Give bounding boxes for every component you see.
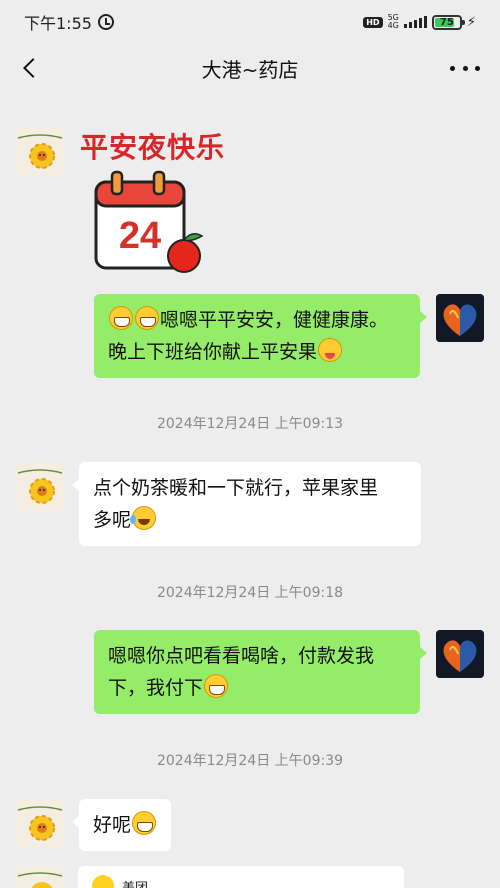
fire-heart-avatar-icon bbox=[436, 630, 484, 678]
wink-emoji-icon bbox=[318, 338, 343, 362]
back-button[interactable] bbox=[16, 54, 44, 82]
more-dot-icon bbox=[450, 65, 455, 71]
calendar-sticker-icon[interactable]: 24 bbox=[92, 170, 204, 274]
contact-avatar[interactable] bbox=[16, 463, 64, 511]
my-avatar[interactable] bbox=[436, 294, 484, 342]
battery-icon: 75 bbox=[431, 14, 465, 30]
message-text: 好呢 bbox=[93, 814, 132, 836]
contact-avatar[interactable] bbox=[16, 128, 64, 176]
message-text: 多呢 bbox=[93, 509, 132, 531]
battery-level: 75 bbox=[439, 16, 454, 28]
flower-avatar-icon bbox=[16, 128, 64, 176]
timestamp: 2024年12月24日 上午09:18 bbox=[156, 585, 344, 601]
grin-emoji-icon bbox=[109, 306, 133, 330]
signal-icon bbox=[403, 16, 427, 28]
alarm-icon bbox=[97, 14, 114, 30]
status-left: 下午1:55 bbox=[24, 10, 114, 34]
charging-icon: ⚡ bbox=[466, 14, 476, 30]
calendar-day: 24 bbox=[119, 215, 161, 257]
chat-title: 大港~药店 bbox=[201, 57, 299, 82]
message-bubble-outgoing[interactable]: 嗯嗯平平安安，健健康康。 晚上下班给你献上平安果 bbox=[94, 294, 427, 378]
card-title: 美团 bbox=[122, 880, 149, 888]
message-text: 下，我付下 bbox=[108, 677, 204, 699]
more-dot-icon bbox=[462, 65, 468, 71]
flower-avatar-icon bbox=[16, 463, 64, 511]
status-right: HD 5G 4G 75 ⚡ bbox=[363, 14, 476, 30]
grin-emoji-icon bbox=[135, 306, 159, 330]
flower-avatar-icon bbox=[16, 866, 64, 888]
status-bar: 下午1:55 HD 5G 4G 75 ⚡ bbox=[0, 0, 500, 44]
more-dot-icon bbox=[475, 65, 480, 71]
nav-bar: 大港~药店 bbox=[0, 44, 500, 92]
message-text: 点个奶茶暖和一下就行，苹果家里 bbox=[93, 477, 379, 499]
meituan-icon bbox=[92, 875, 114, 888]
message-text: 嗯嗯平平安安，健健康康。 bbox=[160, 309, 389, 331]
network-label: 5G 4G bbox=[388, 14, 399, 30]
contact-avatar[interactable] bbox=[16, 800, 64, 848]
status-time: 下午1:55 bbox=[24, 14, 92, 33]
message-bubble-outgoing[interactable]: 嗯嗯你点吧看看喝啥，付款发我 下，我付下 bbox=[94, 630, 427, 714]
message-bubble-incoming[interactable]: 好呢 bbox=[71, 799, 172, 851]
fire-heart-avatar-icon bbox=[436, 294, 484, 342]
timestamp: 2024年12月24日 上午09:39 bbox=[156, 753, 344, 769]
tears-of-joy-emoji-icon bbox=[130, 506, 157, 530]
network-bottom: 4G bbox=[387, 21, 399, 30]
grin-emoji-icon bbox=[132, 811, 157, 835]
hd-badge: HD bbox=[363, 16, 383, 28]
my-avatar[interactable] bbox=[436, 630, 484, 678]
message-text: 晚上下班给你献上平安果 bbox=[108, 341, 318, 363]
message-text: 嗯嗯你点吧看看喝啥，付款发我 bbox=[108, 645, 375, 667]
sticker-greeting: 平安夜快乐 bbox=[80, 131, 226, 164]
timestamp: 2024年12月24日 上午09:13 bbox=[156, 416, 344, 432]
mini-program-card[interactable]: 美团 bbox=[78, 866, 404, 888]
flower-avatar-icon bbox=[16, 800, 64, 848]
more-button[interactable] bbox=[450, 58, 480, 78]
message-bubble-incoming[interactable]: 点个奶茶暖和一下就行，苹果家里 多呢 bbox=[72, 462, 421, 546]
grin-emoji-icon bbox=[204, 674, 229, 698]
contact-avatar[interactable] bbox=[16, 866, 64, 888]
back-icon bbox=[23, 58, 43, 78]
